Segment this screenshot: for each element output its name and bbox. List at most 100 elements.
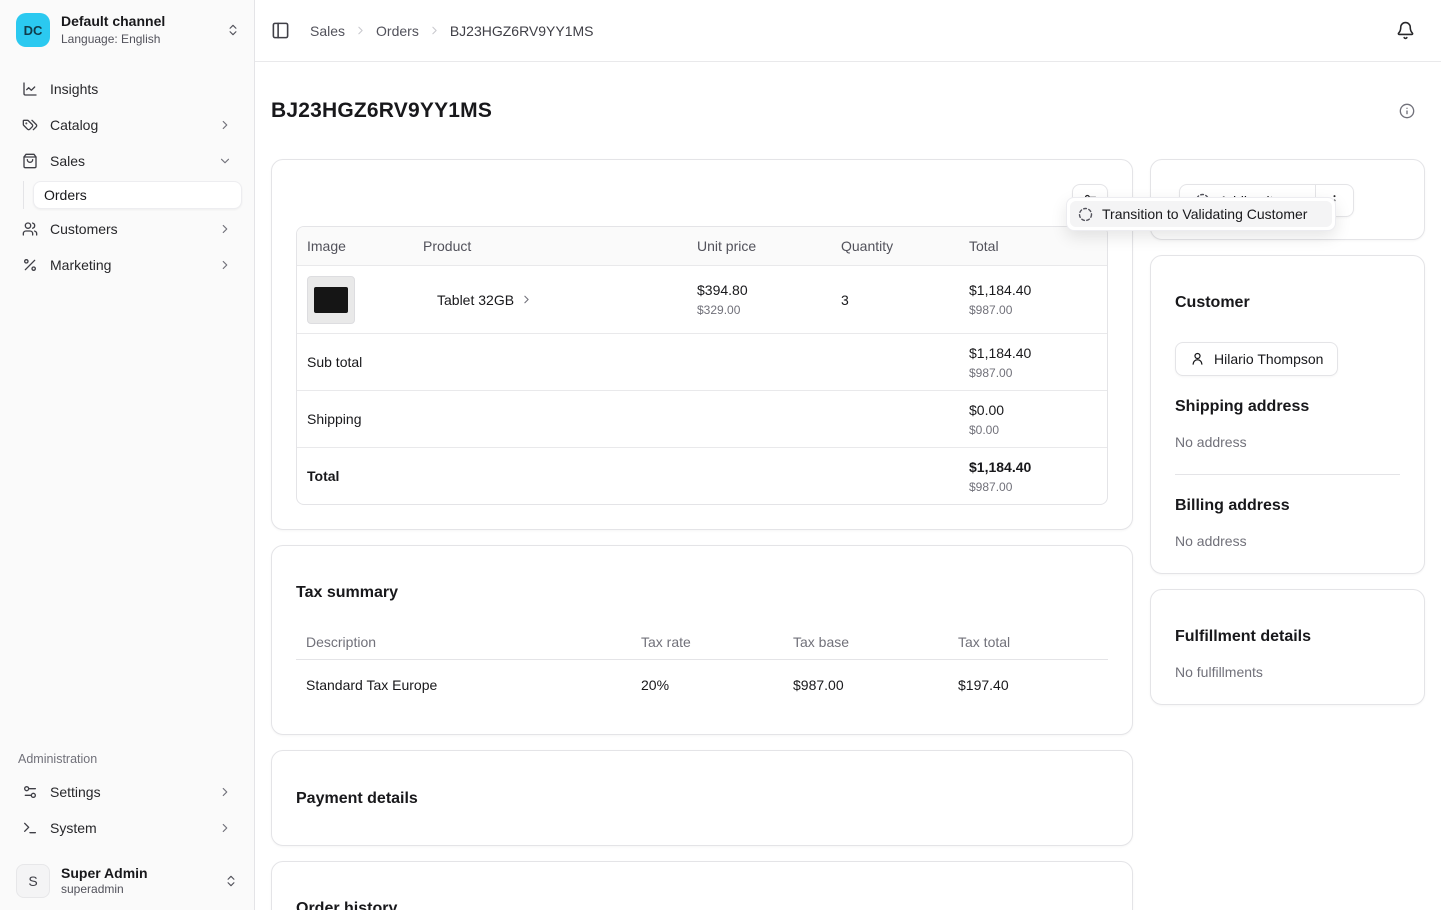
spinner-icon xyxy=(1078,207,1093,222)
panel-left-icon xyxy=(271,21,290,40)
breadcrumb-orders[interactable]: Orders xyxy=(376,23,419,39)
sidebar-toggle-button[interactable] xyxy=(271,21,290,40)
line-total-cell: $1,184.40 $987.00 xyxy=(959,282,1107,317)
sidebar-item-label: Settings xyxy=(50,784,101,800)
channel-name: Default channel xyxy=(61,13,165,31)
left-column: Image Product Unit price Quantity Total xyxy=(271,159,1133,910)
channel-switcher[interactable]: DC Default channel Language: English xyxy=(0,0,254,47)
subtotal-net: $987.00 xyxy=(969,366,1097,380)
column-header-quantity: Quantity xyxy=(831,238,959,254)
billing-address-value: No address xyxy=(1175,533,1400,549)
tax-col-total: Tax total xyxy=(948,634,1108,650)
tax-col-description: Description xyxy=(296,634,631,650)
chevrons-up-down-icon xyxy=(226,23,240,37)
shipping-net: $0.00 xyxy=(969,423,1097,437)
breadcrumb-sales[interactable]: Sales xyxy=(310,23,345,39)
sidebar-item-label: Customers xyxy=(50,221,118,237)
total-value-cell: $1,184.40 $987.00 xyxy=(959,459,1107,494)
shipping-address-title: Shipping address xyxy=(1175,398,1400,416)
channel-avatar: DC xyxy=(16,13,50,47)
user-avatar: S xyxy=(16,864,50,898)
customer-title: Customer xyxy=(1175,293,1400,312)
sidebar-item-sales[interactable]: Sales xyxy=(12,143,242,179)
transition-menu-item[interactable]: Transition to Validating Customer xyxy=(1070,201,1332,227)
column-header-total: Total xyxy=(959,238,1107,254)
tags-icon xyxy=(22,117,38,133)
user-meta: Super Admin superadmin xyxy=(61,865,148,898)
user-name: Super Admin xyxy=(61,865,148,883)
shopping-bag-icon xyxy=(22,153,38,169)
sidebar-item-label: Sales xyxy=(50,153,85,169)
tax-summary-title: Tax summary xyxy=(296,583,1108,602)
shipping-value-cell: $0.00 $0.00 xyxy=(959,402,1107,437)
total-row: Total $1,184.40 $987.00 xyxy=(297,447,1107,504)
state-transition-popover: Transition to Validating Customer xyxy=(1066,197,1336,231)
shipping-label: Shipping xyxy=(297,411,959,427)
right-column: Adding items Customer xyxy=(1150,159,1425,705)
table-row: Tablet 32GB $394.80 $329.00 3 xyxy=(297,265,1107,333)
table-header-row: Image Product Unit price Quantity Total xyxy=(297,227,1107,265)
sidebar: DC Default channel Language: English Ins… xyxy=(0,0,255,910)
line-total-gross: $1,184.40 xyxy=(969,282,1097,298)
total-gross: $1,184.40 xyxy=(969,459,1097,475)
sliders-icon xyxy=(22,784,38,800)
product-link[interactable]: Tablet 32GB xyxy=(413,292,687,308)
sidebar-item-insights[interactable]: Insights xyxy=(12,71,242,107)
sidebar-item-customers[interactable]: Customers xyxy=(12,211,242,247)
chevron-right-icon xyxy=(218,258,232,272)
shipping-gross: $0.00 xyxy=(969,402,1097,418)
order-history-card: Order history xyxy=(271,861,1133,910)
subtotal-row: Sub total $1,184.40 $987.00 xyxy=(297,333,1107,390)
tax-base: $987.00 xyxy=(783,677,948,693)
chevron-right-icon xyxy=(520,293,533,306)
quantity-cell: 3 xyxy=(831,292,959,308)
sidebar-item-settings[interactable]: Settings xyxy=(12,774,242,810)
column-header-unit-price: Unit price xyxy=(687,238,831,254)
chevrons-up-down-icon xyxy=(224,874,238,888)
billing-address-title: Billing address xyxy=(1175,497,1400,515)
user-icon xyxy=(1190,351,1205,366)
total-net: $987.00 xyxy=(969,480,1097,494)
tax-description: Standard Tax Europe xyxy=(296,677,631,693)
sidebar-item-label: Catalog xyxy=(50,117,98,133)
customer-name: Hilario Thompson xyxy=(1214,351,1323,367)
tax-row: Standard Tax Europe 20% $987.00 $197.40 xyxy=(296,660,1108,710)
channel-meta: Default channel Language: English xyxy=(61,13,165,47)
shipping-row: Shipping $0.00 $0.00 xyxy=(297,390,1107,447)
main-area: Sales Orders BJ23HGZ6RV9YY1MS BJ23HGZ6RV… xyxy=(255,0,1441,910)
customer-card: Customer Hilario Thompson Shipping addre… xyxy=(1150,255,1425,574)
terminal-icon xyxy=(22,820,38,836)
sidebar-item-label: Insights xyxy=(50,81,98,97)
page-content: BJ23HGZ6RV9YY1MS xyxy=(255,62,1441,910)
sidebar-item-system[interactable]: System xyxy=(12,810,242,846)
product-thumbnail xyxy=(307,276,355,324)
chevron-right-icon xyxy=(354,24,367,37)
tax-total: $197.40 xyxy=(948,677,1108,693)
user-menu[interactable]: S Super Admin superadmin xyxy=(12,864,242,898)
column-header-product: Product xyxy=(413,238,687,254)
sidebar-item-orders[interactable]: Orders xyxy=(33,181,242,209)
sidebar-item-catalog[interactable]: Catalog xyxy=(12,107,242,143)
users-icon xyxy=(22,221,38,237)
chart-line-icon xyxy=(22,81,38,97)
info-icon[interactable] xyxy=(1399,103,1415,119)
fulfillment-card: Fulfillment details No fulfillments xyxy=(1150,589,1425,705)
transition-menu-label: Transition to Validating Customer xyxy=(1102,206,1307,222)
sidebar-bottom: Administration Settings System xyxy=(0,752,254,910)
channel-language: Language: English xyxy=(61,32,165,47)
sidebar-item-label: System xyxy=(50,820,97,836)
shipping-address-value: No address xyxy=(1175,434,1400,450)
page-title: BJ23HGZ6RV9YY1MS xyxy=(271,98,492,123)
column-header-image: Image xyxy=(297,238,413,254)
chevron-right-icon xyxy=(218,821,232,835)
breadcrumb: Sales Orders BJ23HGZ6RV9YY1MS xyxy=(310,23,594,39)
customer-button[interactable]: Hilario Thompson xyxy=(1175,342,1338,376)
fulfillment-title: Fulfillment details xyxy=(1175,627,1400,646)
subtotal-gross: $1,184.40 xyxy=(969,345,1097,361)
sidebar-item-marketing[interactable]: Marketing xyxy=(12,247,242,283)
subtotal-label: Sub total xyxy=(297,354,959,370)
notifications-button[interactable] xyxy=(1396,21,1415,40)
subtotal-value-cell: $1,184.40 $987.00 xyxy=(959,345,1107,380)
divider xyxy=(1175,474,1400,475)
product-image-cell xyxy=(297,276,413,324)
